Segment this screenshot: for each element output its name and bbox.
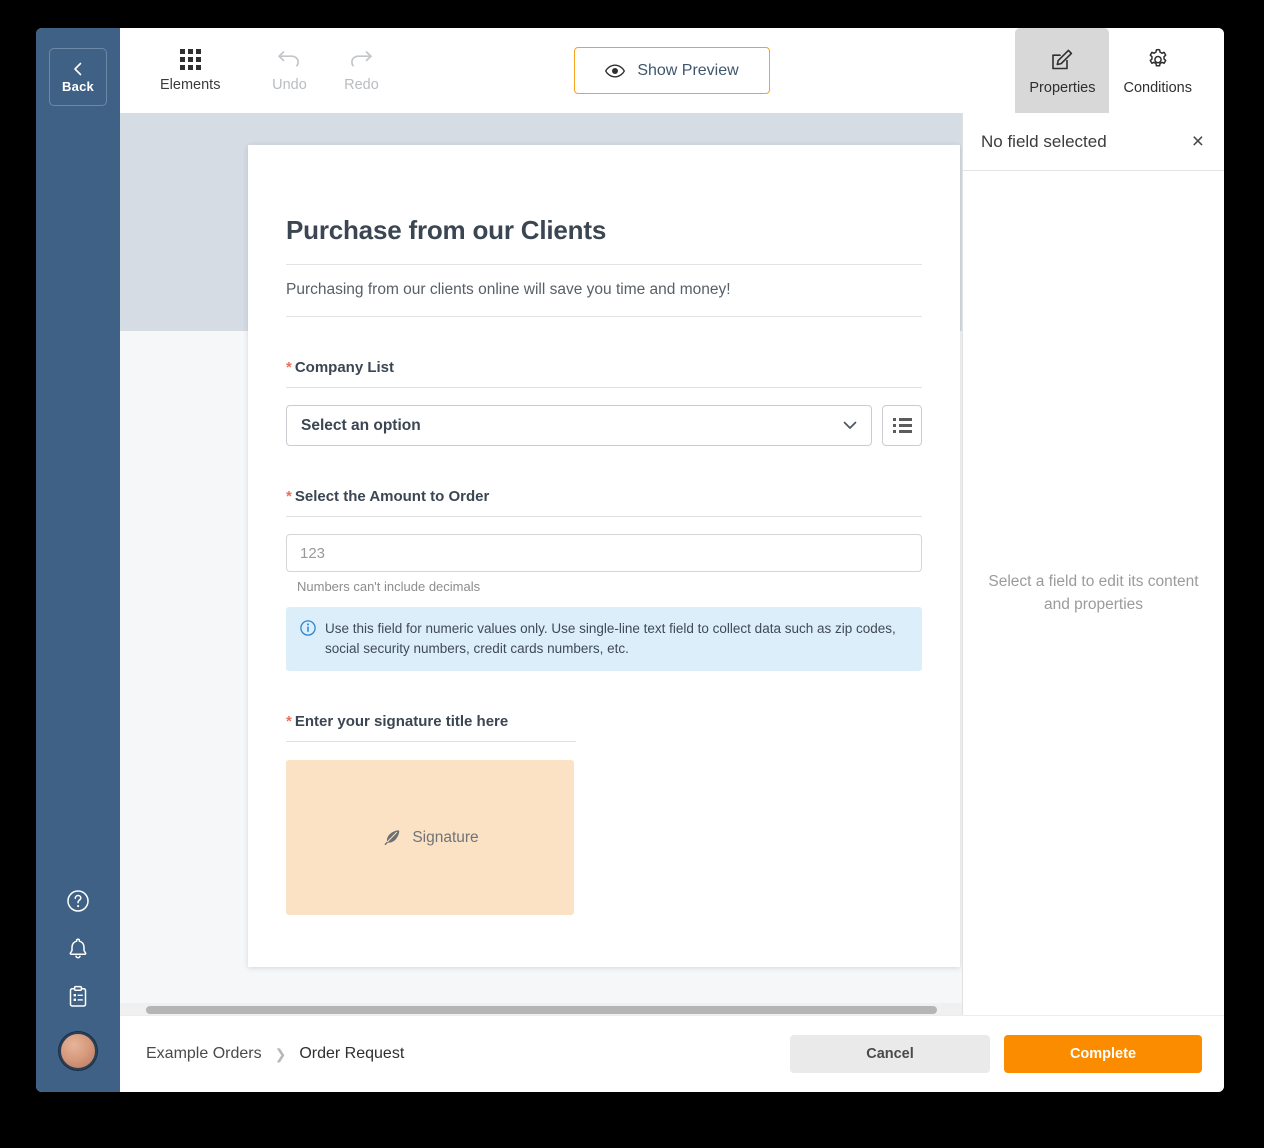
footer-actions: Cancel Complete bbox=[790, 1035, 1202, 1073]
properties-panel-header: No field selected × bbox=[963, 113, 1224, 171]
company-list-select[interactable]: Select an option bbox=[286, 405, 872, 446]
company-list-select-value: Select an option bbox=[301, 417, 421, 435]
form-title: Purchase from our Clients bbox=[286, 215, 922, 265]
eye-icon bbox=[605, 64, 625, 78]
breadcrumb-item-order-request[interactable]: Order Request bbox=[299, 1045, 404, 1063]
amount-info-box: Use this field for numeric values only. … bbox=[286, 607, 922, 671]
form-canvas: Purchase from our Clients Purchasing fro… bbox=[120, 113, 962, 1015]
horizontal-scrollbar-thumb[interactable] bbox=[146, 1006, 937, 1014]
field-company-list-label-text: Company List bbox=[295, 359, 394, 376]
toolbar-right-group: Properties Conditions bbox=[1015, 28, 1224, 113]
elements-button-label: Elements bbox=[160, 77, 220, 93]
properties-panel-title: No field selected bbox=[981, 132, 1107, 152]
tasks-clipboard-icon[interactable] bbox=[65, 984, 91, 1010]
field-signature-label: *Enter your signature title here bbox=[286, 713, 576, 742]
properties-panel: No field selected × Select a field to ed… bbox=[962, 113, 1224, 1015]
gear-icon bbox=[1145, 47, 1171, 73]
bullet-list-icon bbox=[893, 418, 912, 433]
signature-placeholder: Signature bbox=[412, 829, 478, 847]
app-window: Back bbox=[36, 28, 1224, 1092]
field-signature-label-text: Enter your signature title here bbox=[295, 713, 508, 730]
amount-hint: Numbers can't include decimals bbox=[286, 579, 922, 594]
horizontal-scrollbar[interactable] bbox=[120, 1003, 962, 1015]
field-amount: *Select the Amount to Order 123 Numbers … bbox=[286, 488, 922, 671]
form-card: Purchase from our Clients Purchasing fro… bbox=[248, 145, 960, 967]
toolbar-left-group: Elements Undo Redo bbox=[120, 28, 397, 113]
breadcrumb-item-example-orders[interactable]: Example Orders bbox=[146, 1045, 262, 1063]
toolbar: Elements Undo Redo bbox=[120, 28, 1224, 113]
field-amount-label-text: Select the Amount to Order bbox=[295, 488, 489, 505]
back-button[interactable]: Back bbox=[49, 48, 107, 106]
company-list-row: Select an option bbox=[286, 405, 922, 446]
show-preview-label: Show Preview bbox=[637, 62, 738, 80]
show-preview-button[interactable]: Show Preview bbox=[574, 47, 769, 94]
complete-button[interactable]: Complete bbox=[1004, 1035, 1202, 1073]
main-column: Elements Undo Redo bbox=[120, 28, 1224, 1092]
tab-properties[interactable]: Properties bbox=[1015, 28, 1109, 113]
back-button-label: Back bbox=[62, 79, 94, 94]
left-rail: Back bbox=[36, 28, 120, 1092]
body-row: Purchase from our Clients Purchasing fro… bbox=[120, 113, 1224, 1015]
field-company-list-label: *Company List bbox=[286, 359, 922, 388]
breadcrumb: Example Orders ❯ Order Request bbox=[146, 1045, 404, 1063]
field-company-list: *Company List Select an option bbox=[286, 359, 922, 446]
rail-bottom-group bbox=[36, 888, 120, 1070]
chevron-down-icon bbox=[843, 421, 857, 430]
field-signature: *Enter your signature title here Signatu… bbox=[286, 713, 922, 915]
info-icon bbox=[300, 620, 316, 636]
manage-list-button[interactable] bbox=[882, 405, 922, 446]
signature-pad[interactable]: Signature bbox=[286, 760, 574, 915]
properties-panel-body: Select a field to edit its content and p… bbox=[963, 171, 1224, 1015]
breadcrumb-separator-icon: ❯ bbox=[275, 1046, 287, 1063]
required-asterisk: * bbox=[286, 713, 292, 730]
undo-button[interactable]: Undo bbox=[253, 38, 325, 103]
redo-button[interactable]: Redo bbox=[325, 38, 397, 103]
tab-conditions-label: Conditions bbox=[1123, 80, 1192, 96]
chevron-left-icon bbox=[70, 61, 86, 77]
amount-input[interactable]: 123 bbox=[286, 534, 922, 572]
close-icon[interactable]: × bbox=[1188, 129, 1208, 154]
cancel-button[interactable]: Cancel bbox=[790, 1035, 990, 1073]
notifications-bell-icon[interactable] bbox=[65, 936, 91, 962]
redo-button-label: Redo bbox=[344, 77, 379, 93]
feather-pen-icon bbox=[381, 828, 401, 848]
amount-input-placeholder: 123 bbox=[300, 545, 325, 562]
redo-icon bbox=[348, 48, 374, 70]
elements-button[interactable]: Elements bbox=[144, 39, 236, 103]
properties-empty-message: Select a field to edit its content and p… bbox=[987, 570, 1200, 617]
form-subtitle: Purchasing from our clients online will … bbox=[286, 265, 922, 317]
field-amount-label: *Select the Amount to Order bbox=[286, 488, 922, 517]
footer-bar: Example Orders ❯ Order Request Cancel Co… bbox=[120, 1015, 1224, 1092]
undo-icon bbox=[276, 48, 302, 70]
form-inner: Purchase from our Clients Purchasing fro… bbox=[248, 145, 960, 915]
required-asterisk: * bbox=[286, 359, 292, 376]
amount-info-text: Use this field for numeric values only. … bbox=[325, 619, 908, 658]
edit-properties-icon bbox=[1049, 47, 1075, 73]
required-asterisk: * bbox=[286, 488, 292, 505]
undo-button-label: Undo bbox=[272, 77, 307, 93]
help-icon[interactable] bbox=[65, 888, 91, 914]
avatar[interactable] bbox=[59, 1032, 97, 1070]
grid-icon bbox=[180, 49, 201, 70]
tab-properties-label: Properties bbox=[1029, 80, 1095, 96]
tab-conditions[interactable]: Conditions bbox=[1109, 28, 1206, 113]
